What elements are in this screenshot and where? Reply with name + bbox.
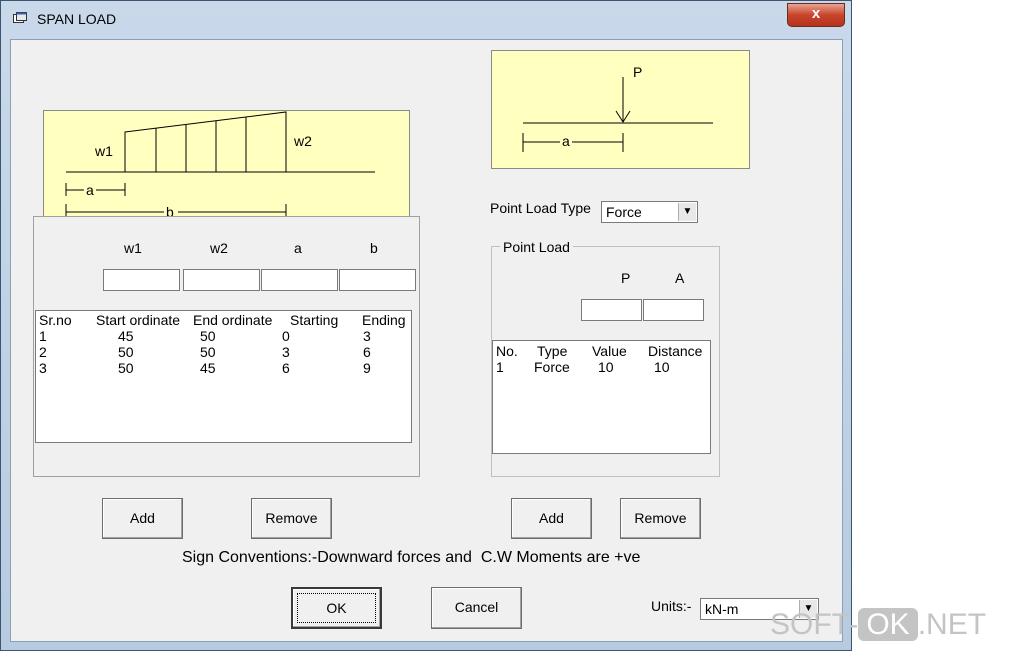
row-2-start[interactable]: 50 <box>118 344 134 360</box>
udl-label-a: a <box>86 182 94 198</box>
col-no: No. <box>496 343 518 359</box>
header-a: a <box>294 240 302 256</box>
row-3-end[interactable]: 45 <box>200 360 216 376</box>
cancel-button[interactable]: Cancel <box>431 587 522 629</box>
col-srno: Sr.no <box>39 312 72 328</box>
row-3-ending[interactable]: 9 <box>363 360 371 376</box>
chevron-down-icon[interactable]: ▼ <box>678 203 696 221</box>
w1-input[interactable] <box>103 269 180 291</box>
close-icon: x <box>811 5 821 22</box>
row-2-ending[interactable]: 6 <box>363 344 371 360</box>
watermark-right: .NET <box>917 608 987 641</box>
title-bar[interactable]: SPAN LOAD x <box>1 1 853 39</box>
watermark: SOFT- OK .NET <box>770 608 986 642</box>
header-w1: w1 <box>124 240 142 256</box>
row-3-starting[interactable]: 6 <box>282 360 290 376</box>
udl-diagram-drawing <box>65 111 375 221</box>
point-row-1-type[interactable]: Force <box>534 359 570 375</box>
span-load-window: SPAN LOAD x w1 w2 a b w1 w2 a b Sr.no St… <box>0 0 852 651</box>
row-3-srno[interactable]: 3 <box>39 360 47 376</box>
point-load-type-label: Point Load Type <box>490 200 591 216</box>
point-label-p: P <box>633 64 643 80</box>
units-value: kN-m <box>705 601 739 617</box>
span-remove-button[interactable]: Remove <box>251 498 332 539</box>
window-title: SPAN LOAD <box>37 11 117 27</box>
row-3-start[interactable]: 50 <box>118 360 134 376</box>
header-b: b <box>370 240 378 256</box>
col-value: Value <box>592 343 627 359</box>
span-load-list[interactable]: Sr.no Start ordinate End ordinate Starti… <box>35 310 412 443</box>
w2-input[interactable] <box>183 269 260 291</box>
watermark-badge: OK <box>858 608 918 641</box>
udl-label-w2: w2 <box>294 133 312 149</box>
span-add-button[interactable]: Add <box>102 498 183 539</box>
point-load-group-label: Point Load <box>500 239 573 255</box>
units-label: Units:- <box>651 598 692 614</box>
row-2-end[interactable]: 50 <box>200 344 216 360</box>
point-remove-button[interactable]: Remove <box>620 498 701 539</box>
row-1-ending[interactable]: 3 <box>363 328 371 344</box>
header-w2: w2 <box>210 240 228 256</box>
point-row-1-no[interactable]: 1 <box>496 359 504 375</box>
span-load-panel: w1 w2 a b Sr.no Start ordinate End ordin… <box>33 216 420 477</box>
col-ending: Ending <box>362 312 406 328</box>
app-icon <box>13 12 27 23</box>
row-2-starting[interactable]: 3 <box>282 344 290 360</box>
p-input[interactable] <box>581 299 642 321</box>
b-input[interactable] <box>339 269 416 291</box>
point-load-drawing <box>522 77 713 152</box>
col-type: Type <box>537 343 568 359</box>
distance-a-input[interactable] <box>643 299 704 321</box>
header-p: P <box>621 270 631 286</box>
sign-convention-text: Sign Conventions:-Downward forces and C.… <box>182 549 641 566</box>
point-load-list[interactable]: No. Type Value Distance 1 Force 10 10 <box>492 340 711 454</box>
col-starting: Starting <box>290 312 339 328</box>
row-1-srno[interactable]: 1 <box>39 328 47 344</box>
point-load-diagram: P a <box>491 50 750 169</box>
udl-diagram: w1 w2 a b <box>43 110 410 228</box>
dialog-client-area: w1 w2 a b w1 w2 a b Sr.no Start ordinate… <box>10 39 843 642</box>
point-add-button[interactable]: Add <box>511 498 592 539</box>
point-load-group: Point Load P A No. Type Value Distance 1… <box>491 239 720 477</box>
udl-label-w1: w1 <box>95 143 113 159</box>
point-label-a: a <box>562 133 570 149</box>
row-1-end[interactable]: 50 <box>200 328 216 344</box>
point-load-type-select[interactable]: Force ▼ <box>601 201 698 223</box>
header-distance-a: A <box>675 270 685 286</box>
row-1-start[interactable]: 45 <box>118 328 134 344</box>
point-row-1-distance[interactable]: 10 <box>654 359 670 375</box>
point-load-type-value: Force <box>606 204 642 220</box>
col-start-ordinate: Start ordinate <box>96 312 181 328</box>
col-distance: Distance <box>648 343 703 359</box>
ok-button[interactable]: OK <box>291 587 382 629</box>
close-button[interactable]: x <box>787 3 845 27</box>
row-1-starting[interactable]: 0 <box>282 328 290 344</box>
watermark-left: SOFT- <box>770 608 859 641</box>
a-input[interactable] <box>261 269 338 291</box>
col-end-ordinate: End ordinate <box>193 312 273 328</box>
focus-rectangle <box>297 593 376 623</box>
row-2-srno[interactable]: 2 <box>39 344 47 360</box>
point-row-1-value[interactable]: 10 <box>598 359 614 375</box>
